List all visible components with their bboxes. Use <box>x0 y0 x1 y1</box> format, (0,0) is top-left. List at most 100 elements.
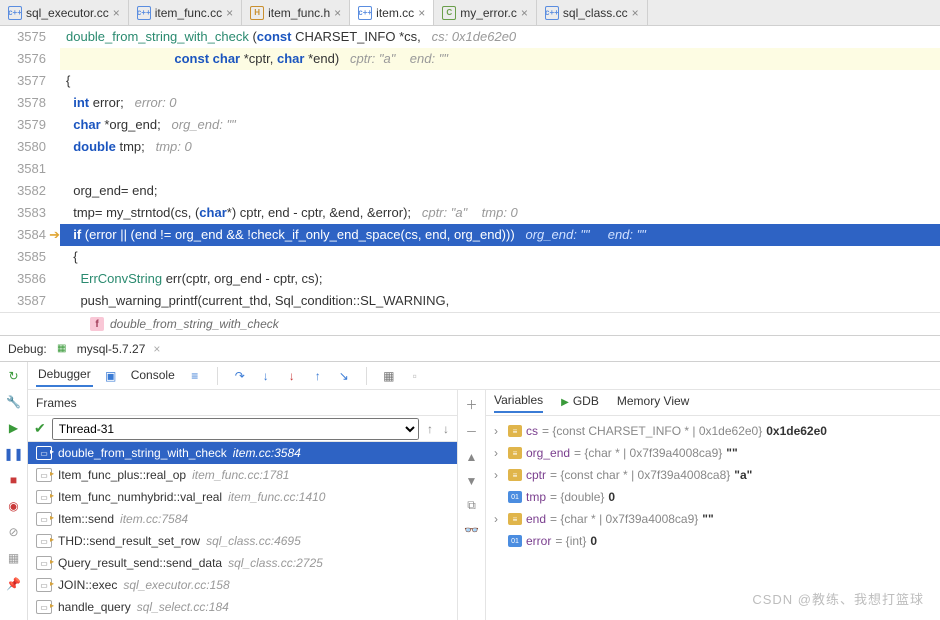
frame-location: sql_executor.cc:158 <box>123 578 229 592</box>
tab-variables[interactable]: Variables <box>494 393 543 413</box>
stack-frame[interactable]: ▭ Item::send item.cc:7584 <box>28 508 457 530</box>
prev-frame-icon[interactable]: ↑ <box>425 422 435 436</box>
up-icon[interactable]: ▲ <box>466 450 478 464</box>
frame-location: sql_class.cc:4695 <box>206 534 301 548</box>
close-icon[interactable]: × <box>521 6 528 20</box>
variable-row[interactable]: › ≡ end = {char * | 0x7f39a4008ca9} "" <box>494 508 932 530</box>
var-name: end <box>526 512 546 526</box>
frame-icon: ▭ <box>36 490 52 504</box>
var-type: = {double} <box>550 490 604 504</box>
more-icon[interactable]: ▫ <box>407 368 423 384</box>
stack-frame[interactable]: ▭ double_from_string_with_check item.cc:… <box>28 442 457 464</box>
c-file-icon: C <box>442 6 456 20</box>
chevron-icon[interactable]: › <box>494 446 504 460</box>
next-frame-icon[interactable]: ↓ <box>441 422 451 436</box>
stack-frame[interactable]: ▭ Item_func_numhybrid::val_real item_fun… <box>28 486 457 508</box>
close-icon[interactable]: × <box>113 6 120 20</box>
pause-icon[interactable]: ❚❚ <box>6 446 22 462</box>
frame-icon: ▭ <box>36 600 52 614</box>
thread-selector-row: ✔ Thread-31 ↑ ↓ <box>28 416 457 442</box>
tab-label: my_error.c <box>460 6 517 20</box>
threads-icon[interactable]: ≡ <box>187 368 203 384</box>
stack-frame[interactable]: ▭ handle_query sql_select.cc:184 <box>28 596 457 618</box>
run-to-cursor-icon[interactable]: ↘ <box>336 368 352 384</box>
variable-row[interactable]: › ≡ org_end = {char * | 0x7f39a4008ca9} … <box>494 442 932 464</box>
mute-breakpoints-icon[interactable]: ⊘ <box>6 524 22 540</box>
settings-icon[interactable]: 🔧 <box>6 394 22 410</box>
file-tab[interactable]: c++ item.cc × <box>350 0 434 25</box>
close-icon[interactable]: × <box>632 6 639 20</box>
debugger-toolbar: Debugger ▣ Console ≡ ↷ ↓ ↓ ↑ ↘ ▦ ▫ <box>28 362 940 390</box>
glasses-icon[interactable]: 👓 <box>464 523 479 537</box>
stack-frame[interactable]: ▭ Query_result_send::send_data sql_class… <box>28 552 457 574</box>
layout-icon[interactable]: ▦ <box>6 550 22 566</box>
debug-main: Debugger ▣ Console ≡ ↷ ↓ ↓ ↑ ↘ ▦ ▫ Frame… <box>28 362 940 620</box>
rerun-icon[interactable]: ↻ <box>6 368 22 384</box>
tab-label: item_func.h <box>268 6 330 20</box>
frame-icon: ▭ <box>36 468 52 482</box>
stack-frame[interactable]: ▭ Item_func_plus::real_op item_func.cc:1… <box>28 464 457 486</box>
frame-icon: ▭ <box>36 534 52 548</box>
file-tab[interactable]: H item_func.h × <box>242 0 350 25</box>
frame-name: Query_result_send::send_data <box>58 556 222 570</box>
run-config-icon: ▦ <box>55 342 69 356</box>
file-tab[interactable]: C my_error.c × <box>434 0 537 25</box>
variable-row[interactable]: › ≡ cptr = {const char * | 0x7f39a4008ca… <box>494 464 932 486</box>
close-icon[interactable]: × <box>334 6 341 20</box>
breadcrumb-text[interactable]: double_from_string_with_check <box>110 317 279 331</box>
tab-console[interactable]: Console <box>129 366 177 386</box>
var-type: = {int} <box>555 534 586 548</box>
frame-location: item_func.cc:1410 <box>228 490 325 504</box>
frame-name: handle_query <box>58 600 131 614</box>
chevron-icon[interactable]: › <box>494 512 504 526</box>
var-value: "a" <box>734 468 752 482</box>
add-watch-icon[interactable]: ＋ <box>465 396 477 413</box>
line-gutter: 3575357635773578357935803581358235833584… <box>0 26 60 312</box>
file-tab[interactable]: c++ item_func.cc × <box>129 0 242 25</box>
pin-icon[interactable]: 📌 <box>6 576 22 592</box>
var-name: cs <box>526 424 538 438</box>
remove-watch-icon[interactable]: － <box>465 423 477 440</box>
close-icon[interactable]: × <box>226 6 233 20</box>
frame-location: item_func.cc:1781 <box>192 468 289 482</box>
tab-memory-view[interactable]: Memory View <box>617 394 689 412</box>
force-step-into-icon[interactable]: ↓ <box>284 368 300 384</box>
var-type-icon: ≡ <box>508 447 522 459</box>
frames-header: Frames <box>28 390 457 416</box>
var-name: cptr <box>526 468 546 482</box>
chevron-icon[interactable]: › <box>494 424 504 438</box>
chevron-icon[interactable]: › <box>494 468 504 482</box>
evaluate-icon[interactable]: ▦ <box>381 368 397 384</box>
var-type: = {char * | 0x7f39a4008ca9} <box>550 512 698 526</box>
thread-select[interactable]: Thread-31 <box>52 418 419 440</box>
tab-gdb[interactable]: GDB <box>573 394 599 412</box>
code-area[interactable]: double_from_string_with_check (const CHA… <box>60 26 940 312</box>
var-type: = {const char * | 0x7f39a4008ca8} <box>550 468 730 482</box>
view-breakpoints-icon[interactable]: ◉ <box>6 498 22 514</box>
debug-label: Debug: <box>8 342 47 356</box>
frame-name: Item_func_numhybrid::val_real <box>58 490 222 504</box>
var-type-icon: 01 <box>508 491 522 503</box>
down-icon[interactable]: ▼ <box>466 474 478 488</box>
frame-icon: ▭ <box>36 512 52 526</box>
variables-side-toolbar: ＋ － ▲ ▼ ⧉ 👓 <box>458 390 486 620</box>
frame-location: sql_class.cc:2725 <box>228 556 323 570</box>
file-tab[interactable]: c++ sql_executor.cc × <box>0 0 129 25</box>
run-config-name[interactable]: mysql-5.7.27 <box>77 342 146 356</box>
cpp-file-icon: c++ <box>358 6 372 20</box>
stack-frame[interactable]: ▭ THD::send_result_set_row sql_class.cc:… <box>28 530 457 552</box>
close-icon[interactable]: × <box>153 342 160 356</box>
step-into-icon[interactable]: ↓ <box>258 368 274 384</box>
step-out-icon[interactable]: ↑ <box>310 368 326 384</box>
copy-icon[interactable]: ⧉ <box>467 498 476 513</box>
stack-frame[interactable]: ▭ JOIN::exec sql_executor.cc:158 <box>28 574 457 596</box>
resume-icon[interactable]: ▶ <box>6 420 22 436</box>
variable-row[interactable]: 01 error = {int} 0 <box>494 530 932 552</box>
tab-debugger[interactable]: Debugger <box>36 365 93 387</box>
file-tab[interactable]: c++ sql_class.cc × <box>537 0 648 25</box>
variable-row[interactable]: 01 tmp = {double} 0 <box>494 486 932 508</box>
step-over-icon[interactable]: ↷ <box>232 368 248 384</box>
close-icon[interactable]: × <box>418 6 425 20</box>
variable-row[interactable]: › ≡ cs = {const CHARSET_INFO * | 0x1de62… <box>494 420 932 442</box>
stop-icon[interactable]: ■ <box>6 472 22 488</box>
